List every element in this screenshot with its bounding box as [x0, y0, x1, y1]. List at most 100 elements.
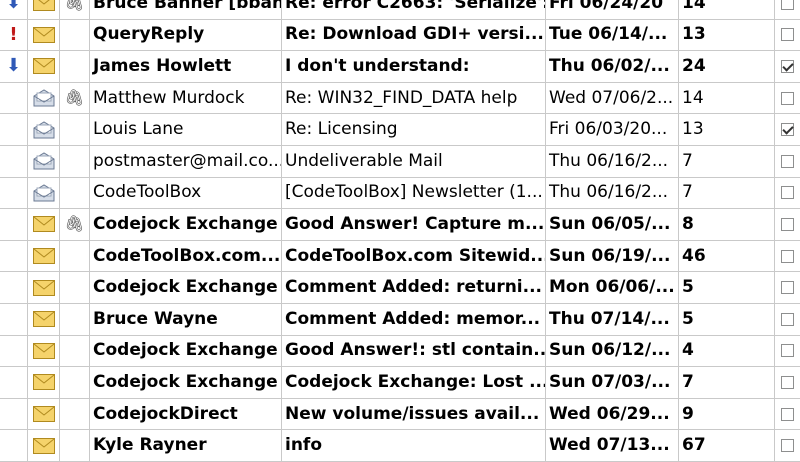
received-cell: Thu 06/16/2...: [546, 145, 679, 177]
flag-cell[interactable]: [775, 430, 800, 461]
message-list[interactable]: ⬇ 🖇 Bruce Banner [bbanm Re: error C2663: 'S…: [0, 0, 800, 462]
flag-checkbox[interactable]: [781, 439, 794, 453]
from-cell: Bruce Banner [bbanm: [90, 0, 282, 19]
importance-cell: [0, 82, 28, 114]
received-cell: Wed 07/13...: [546, 430, 679, 461]
size-cell: 13: [679, 114, 775, 145]
subject-cell: Re: Licensing: [282, 114, 546, 145]
importance-cell: !: [0, 19, 28, 51]
subject-cell: Comment Added: memor...: [282, 303, 546, 335]
flag-cell[interactable]: [775, 241, 800, 272]
from-cell: Matthew Murdock: [90, 82, 282, 114]
read-envelope-icon: [28, 82, 60, 114]
message-row[interactable]: ⬇ James Howlett I don't understand: Thu 06/…: [0, 51, 800, 83]
unread-envelope-icon: [28, 398, 60, 430]
flag-checkbox[interactable]: [781, 28, 794, 42]
unread-envelope-icon: [28, 19, 60, 51]
subject-cell: [CodeToolBox] Newsletter (1...: [282, 177, 546, 209]
size-cell: 7: [679, 145, 775, 177]
message-row[interactable]: Bruce Wayne Comment Added: memor... Thu 07…: [0, 303, 800, 336]
attachment-cell: [60, 145, 90, 177]
unread-envelope-icon: [28, 367, 60, 398]
from-cell: Codejock Exchange: [90, 209, 282, 240]
unread-envelope-icon: [28, 430, 60, 461]
flag-checkbox[interactable]: [781, 217, 794, 231]
received-cell: Tue 06/14/...: [546, 19, 679, 51]
size-cell: 13: [679, 19, 775, 51]
flag-checkbox[interactable]: [781, 59, 794, 73]
size-cell: 14: [679, 0, 775, 19]
flag-cell[interactable]: [775, 51, 800, 82]
from-cell: CodejockDirect: [90, 398, 282, 430]
message-row[interactable]: Kyle Rayner info Wed 07/13... 67: [0, 430, 800, 462]
message-row[interactable]: 🖇 Matthew Murdock Re: WIN32_FIND_DATA help…: [0, 82, 800, 115]
size-cell: 4: [679, 335, 775, 367]
flag-cell[interactable]: [775, 114, 800, 145]
received-cell: Sun 06/19/...: [546, 240, 679, 272]
message-row[interactable]: CodejockDirect New volume/issues avail...…: [0, 398, 800, 431]
message-row[interactable]: Codejock Exchange Comment Added: returni.…: [0, 272, 800, 304]
flag-checkbox[interactable]: [781, 281, 794, 295]
flag-cell[interactable]: [775, 83, 800, 114]
importance-cell: [0, 398, 28, 430]
attachment-cell: [60, 430, 90, 461]
subject-cell: CodeToolBox.com Sitewid...: [282, 240, 546, 272]
attachment-cell: 🖇: [60, 82, 90, 114]
importance-cell: [0, 240, 28, 272]
size-cell: 14: [679, 82, 775, 114]
flag-checkbox[interactable]: [781, 186, 794, 200]
flag-checkbox[interactable]: [781, 407, 794, 421]
paperclip-icon: 🖇: [64, 88, 85, 108]
received-cell: Wed 07/06/2...: [546, 82, 679, 114]
message-row[interactable]: postmaster@mail.co... Undeliverable Mail T…: [0, 145, 800, 178]
flag-cell[interactable]: [775, 0, 800, 19]
flag-cell[interactable]: [775, 336, 800, 367]
importance-cell: [0, 145, 28, 177]
flag-cell[interactable]: [775, 272, 800, 303]
flag-checkbox[interactable]: [781, 344, 794, 358]
flag-cell[interactable]: [775, 20, 800, 51]
flag-checkbox[interactable]: [781, 123, 794, 137]
read-envelope-icon: [28, 145, 60, 177]
size-cell: 67: [679, 430, 775, 461]
importance-cell: [0, 335, 28, 367]
flag-checkbox[interactable]: [781, 249, 794, 263]
attachment-cell: [60, 19, 90, 51]
received-cell: Sun 06/05/...: [546, 209, 679, 240]
flag-checkbox[interactable]: [781, 312, 794, 326]
message-row[interactable]: CodeToolBox.com... CodeToolBox.com Sitewi…: [0, 240, 800, 273]
flag-cell[interactable]: [775, 304, 800, 335]
from-cell: Bruce Wayne: [90, 303, 282, 335]
size-cell: 8: [679, 209, 775, 240]
message-row[interactable]: 🖇 Codejock Exchange Good Answer! Capture m…: [0, 209, 800, 241]
received-cell: Wed 06/29...: [546, 398, 679, 430]
flag-cell[interactable]: [775, 399, 800, 430]
unread-envelope-icon: [28, 335, 60, 367]
message-row[interactable]: Codejock Exchange Codejock Exchange: Lost…: [0, 367, 800, 399]
message-row[interactable]: ! QueryReply Re: Download GDI+ versi... Tue…: [0, 19, 800, 52]
importance-cell: [0, 303, 28, 335]
subject-cell: I don't understand:: [282, 51, 546, 82]
flag-cell[interactable]: [775, 209, 800, 240]
message-row[interactable]: Codejock Exchange Good Answer!: stl conta…: [0, 335, 800, 368]
received-cell: Fri 06/24/20: [546, 0, 679, 19]
flag-cell[interactable]: [775, 146, 800, 177]
attachment-cell: [60, 51, 90, 82]
flag-checkbox[interactable]: [781, 91, 794, 105]
message-row[interactable]: CodeToolBox [CodeToolBox] Newsletter (1..…: [0, 177, 800, 210]
flag-checkbox[interactable]: [781, 154, 794, 168]
message-row[interactable]: ⬇ 🖇 Bruce Banner [bbanm Re: error C2663: 'S…: [0, 0, 800, 20]
from-cell: Louis Lane: [90, 114, 282, 145]
attachment-cell: [60, 303, 90, 335]
flag-checkbox[interactable]: [781, 375, 794, 389]
importance-cell: [0, 430, 28, 461]
importance-cell: ⬇: [0, 51, 28, 82]
flag-cell[interactable]: [775, 178, 800, 209]
message-row[interactable]: Louis Lane Re: Licensing Fri 06/03/20... 13: [0, 114, 800, 146]
flag-cell[interactable]: [775, 367, 800, 398]
flag-checkbox[interactable]: [781, 0, 794, 10]
unread-envelope-icon: [28, 51, 60, 82]
attachment-cell: [60, 335, 90, 367]
size-cell: 7: [679, 177, 775, 209]
attachment-cell: [60, 272, 90, 303]
